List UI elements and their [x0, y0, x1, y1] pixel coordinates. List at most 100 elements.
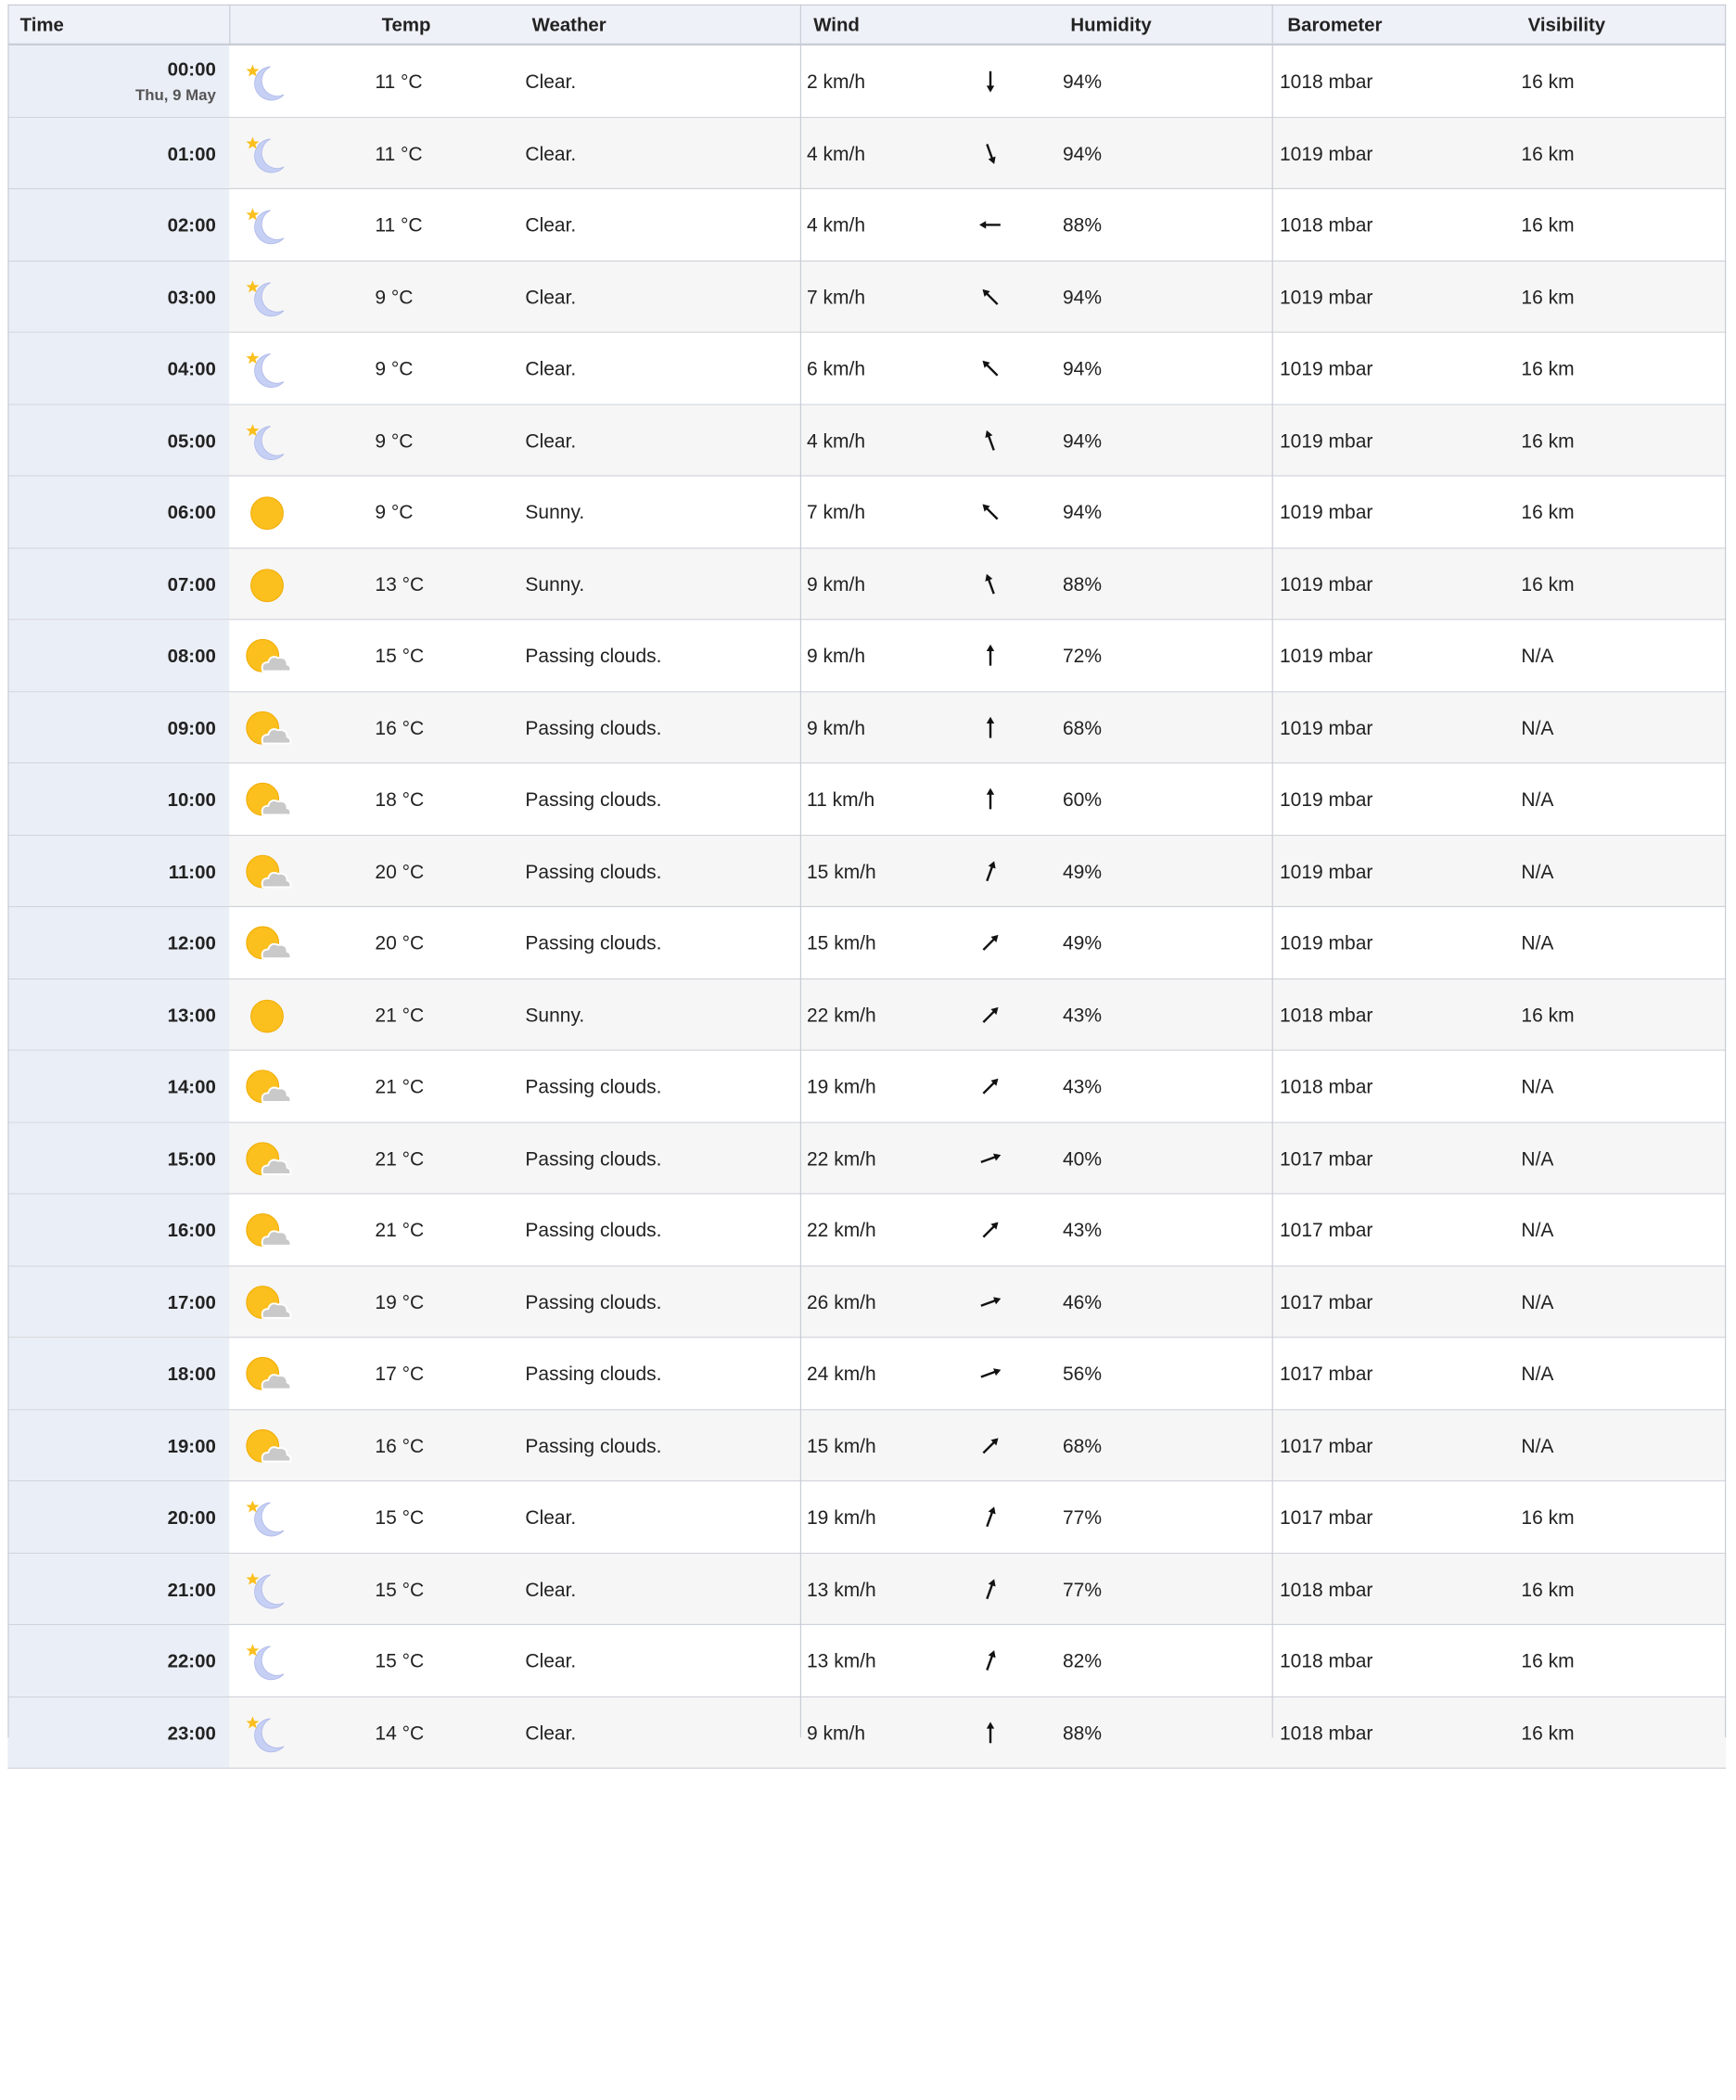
visibility-value: 16 km [1521, 1505, 1575, 1529]
temp-value: 9 °C [375, 285, 414, 308]
table-row: 18:00 17 °C Passing clouds. 24 km/h 56% 1017 … [7, 1338, 1727, 1410]
clear-night-icon [241, 1497, 292, 1540]
weather-desc: Clear. [525, 142, 577, 164]
temp-value: 16 °C [375, 1434, 425, 1457]
weather-desc: Clear. [525, 1578, 577, 1601]
visibility-value: N/A [1521, 1434, 1554, 1457]
table-row: 12:00 20 °C Passing clouds. 15 km/h 49% 1019 … [7, 907, 1727, 980]
table-row: 11:00 20 °C Passing clouds. 15 km/h 49% 1019 … [7, 835, 1727, 908]
passing-clouds-icon [241, 1426, 292, 1468]
passing-clouds-icon [241, 1282, 292, 1325]
table-row: 01:00 11 °C Clear. 4 km/h 94% 1019 mbar 16 km [7, 117, 1727, 190]
time-cell: 07:00 [7, 548, 230, 620]
clear-night-icon [241, 420, 292, 463]
visibility-value: N/A [1521, 716, 1554, 739]
table-row: 07:00 13 °C Sunny. 9 km/h 88% 1019 mbar 16 km [7, 548, 1727, 621]
barometer-value: 1018 mbar [1280, 1649, 1373, 1672]
weather-desc: Clear. [525, 1649, 577, 1672]
header-time: Time [19, 14, 64, 36]
hour-label: 20:00 [167, 1506, 216, 1529]
weather-desc: Sunny. [525, 501, 585, 523]
wind-direction-arrow-icon [976, 856, 1004, 885]
table-header: Time Temp Weather Wind Humidity Baromete… [7, 4, 1727, 46]
time-cell: 19:00 [7, 1409, 230, 1481]
weather-desc: Passing clouds. [525, 1362, 662, 1385]
wind-direction-arrow-icon [976, 354, 1004, 383]
visibility-value: 16 km [1521, 1721, 1575, 1744]
humidity-value: 46% [1063, 1290, 1103, 1313]
hour-label: 18:00 [167, 1364, 216, 1385]
clear-night-icon [241, 61, 292, 104]
time-cell: 12:00 [7, 907, 230, 979]
weather-desc: Passing clouds. [525, 1434, 662, 1457]
wind-direction-arrow-icon [976, 570, 1004, 598]
time-cell: 04:00 [7, 332, 230, 404]
wind-speed: 24 km/h [807, 1362, 876, 1385]
table-row: 22:00 15 °C Clear. 13 km/h 82% 1018 mbar 16 km [7, 1625, 1727, 1697]
temp-value: 15 °C [375, 1505, 425, 1529]
wind-direction-arrow-icon [976, 1359, 1004, 1388]
time-cell: 09:00 [7, 691, 230, 763]
time-cell: 08:00 [7, 620, 230, 691]
barometer-value: 1019 mbar [1280, 429, 1373, 452]
sunny-icon [241, 564, 292, 607]
humidity-value: 43% [1063, 1003, 1103, 1026]
time-cell: 18:00 [7, 1338, 230, 1409]
wind-speed: 15 km/h [807, 860, 876, 883]
hour-label: 16:00 [167, 1220, 216, 1241]
wind-direction-arrow-icon [976, 1574, 1004, 1603]
wind-speed: 19 km/h [807, 1075, 876, 1098]
hour-label: 03:00 [167, 287, 216, 308]
weather-desc: Passing clouds. [525, 644, 662, 667]
table-row: 20:00 15 °C Clear. 19 km/h 77% 1017 mbar 16 km [7, 1481, 1727, 1554]
wind-speed: 15 km/h [807, 931, 876, 954]
hour-label: 01:00 [167, 143, 216, 164]
date-label: Thu, 9 May [134, 85, 216, 104]
weather-desc: Clear. [525, 213, 577, 237]
hour-label: 19:00 [167, 1435, 216, 1457]
hour-label: 15:00 [167, 1147, 216, 1170]
humidity-value: 40% [1063, 1146, 1103, 1170]
time-cell: 16:00 [7, 1194, 230, 1265]
visibility-value: N/A [1521, 1290, 1554, 1313]
wind-direction-arrow-icon [976, 282, 1004, 311]
hour-label: 08:00 [167, 646, 216, 667]
weather-desc: Sunny. [525, 572, 585, 595]
table-body: 00:00 Thu, 9 May 11 °C Clear. 2 km/h 94% 1018 … [7, 45, 1727, 1769]
barometer-value: 1017 mbar [1280, 1219, 1373, 1241]
visibility-value: 16 km [1521, 429, 1575, 452]
passing-clouds-icon [241, 923, 292, 966]
temp-value: 21 °C [375, 1075, 425, 1098]
header-humidity: Humidity [1070, 14, 1152, 36]
passing-clouds-icon [241, 851, 292, 893]
passing-clouds-icon [241, 635, 292, 678]
visibility-value: N/A [1521, 644, 1554, 667]
weather-desc: Passing clouds. [525, 716, 662, 739]
visibility-value: N/A [1521, 860, 1554, 883]
divider-barometer [1271, 4, 1273, 1738]
temp-value: 21 °C [375, 1219, 425, 1241]
barometer-value: 1018 mbar [1280, 213, 1373, 237]
table-row: 04:00 9 °C Clear. 6 km/h 94% 1019 mbar 16 km [7, 332, 1727, 405]
humidity-value: 49% [1063, 860, 1103, 883]
humidity-value: 88% [1063, 213, 1103, 237]
hourly-weather-table: Time Temp Weather Wind Humidity Baromete… [7, 4, 1727, 1769]
visibility-value: 16 km [1521, 357, 1575, 380]
weather-desc: Clear. [525, 429, 577, 452]
clear-night-icon [241, 133, 292, 175]
temp-value: 15 °C [375, 644, 425, 667]
wind-speed: 22 km/h [807, 1219, 876, 1241]
table-row: 00:00 Thu, 9 May 11 °C Clear. 2 km/h 94% 1018 … [7, 45, 1727, 118]
visibility-value: 16 km [1521, 1003, 1575, 1026]
hour-label: 10:00 [167, 788, 216, 811]
passing-clouds-icon [241, 1210, 292, 1252]
humidity-value: 94% [1063, 429, 1103, 452]
wind-speed: 22 km/h [807, 1146, 876, 1170]
sunny-icon [241, 492, 292, 534]
visibility-value: 16 km [1521, 70, 1575, 93]
passing-clouds-icon [241, 708, 292, 750]
wind-speed: 11 km/h [807, 788, 875, 811]
barometer-value: 1019 mbar [1280, 788, 1373, 811]
wind-direction-arrow-icon [976, 1431, 1004, 1460]
wind-speed: 4 km/h [807, 213, 866, 237]
